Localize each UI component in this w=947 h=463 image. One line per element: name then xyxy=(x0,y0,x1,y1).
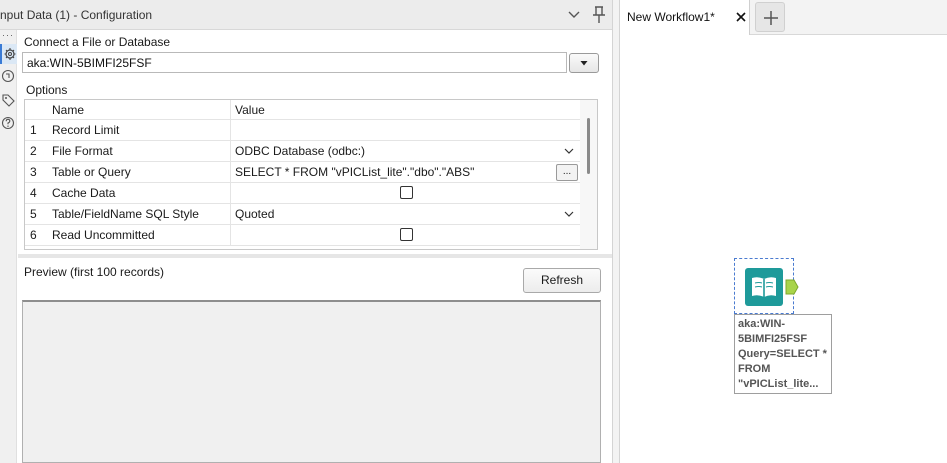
panel-splitter[interactable] xyxy=(18,254,612,258)
grid-row[interactable]: 1 Record Limit xyxy=(25,120,580,141)
vertical-splitter[interactable] xyxy=(612,0,620,463)
close-icon[interactable] xyxy=(734,10,748,24)
grid-row[interactable]: 2 File Format ODBC Database (odbc:) xyxy=(25,141,580,162)
annotation-line: "vPICList_lite... xyxy=(738,378,819,390)
preview-area xyxy=(22,300,601,463)
query-builder-button[interactable]: ... xyxy=(556,164,578,181)
value-column-header: Value xyxy=(235,103,265,117)
row-number: 6 xyxy=(30,228,37,242)
record-limit-field[interactable] xyxy=(230,120,580,141)
chevron-down-icon[interactable] xyxy=(566,6,582,24)
pin-icon[interactable] xyxy=(591,5,607,25)
more-dots-icon: ··· xyxy=(2,30,14,40)
value-column-header-cell: Value xyxy=(230,100,580,120)
input-data-tool[interactable] xyxy=(745,268,783,306)
annotation-line: FROM xyxy=(738,363,771,375)
workflow-icon[interactable] xyxy=(1,68,15,84)
grid-row[interactable]: 6 Read Uncommitted xyxy=(25,225,580,246)
help-icon[interactable] xyxy=(1,115,15,131)
row-name: Record Limit xyxy=(52,123,120,137)
side-tab-configuration[interactable] xyxy=(0,44,17,64)
chevron-down-icon xyxy=(564,211,574,217)
row-name: Cache Data xyxy=(52,186,116,200)
tab-new-workflow[interactable]: New Workflow1* xyxy=(620,0,750,35)
cache-data-cell xyxy=(230,183,580,204)
workflow-canvas[interactable]: New Workflow1* aka:WIN- 5BIMFI25FSF Quer… xyxy=(620,0,947,463)
row-value: SELECT * FROM "vPICList_lite"."dbo"."ABS… xyxy=(235,165,475,179)
side-tab-strip: ··· xyxy=(0,30,17,463)
scrollbar-thumb[interactable] xyxy=(587,118,590,174)
grid-row[interactable]: 4 Cache Data xyxy=(25,183,580,204)
row-value: Quoted xyxy=(235,207,275,221)
add-tab-button[interactable] xyxy=(755,2,785,32)
gear-icon xyxy=(4,48,16,60)
row-number: 1 xyxy=(30,123,37,137)
options-grid: Name Value 1 Record Limit 2 File Format … xyxy=(24,99,598,250)
caret-down-icon xyxy=(580,61,588,66)
config-header: nput Data (1) - Configuration xyxy=(0,0,612,30)
file-format-select[interactable]: ODBC Database (odbc:) xyxy=(230,141,580,162)
options-label: Options xyxy=(26,83,68,97)
row-number: 5 xyxy=(30,207,37,221)
annotation-line: aka:WIN- xyxy=(738,318,786,330)
book-icon xyxy=(752,277,776,297)
app-window: nput Data (1) - Configuration ··· Connec… xyxy=(0,0,947,463)
annotation-line: Query=SELECT * xyxy=(738,348,827,360)
grid-header-row: Name Value xyxy=(25,100,580,120)
read-uncommitted-checkbox[interactable] xyxy=(400,228,413,241)
sql-style-select[interactable]: Quoted xyxy=(230,204,580,225)
grid-scrollbar[interactable] xyxy=(580,100,597,249)
tool-annotation: aka:WIN- 5BIMFI25FSF Query=SELECT * FROM… xyxy=(734,314,832,394)
cache-data-checkbox[interactable] xyxy=(400,186,413,199)
grid-row[interactable]: 3 Table or Query SELECT * FROM "vPICList… xyxy=(25,162,580,183)
row-name: Table/FieldName SQL Style xyxy=(52,207,199,221)
tag-icon[interactable] xyxy=(1,92,15,108)
connection-dropdown-button[interactable] xyxy=(569,53,599,73)
configuration-panel: nput Data (1) - Configuration ··· Connec… xyxy=(0,0,612,463)
row-number: 4 xyxy=(30,186,37,200)
tab-title: New Workflow1* xyxy=(627,10,715,24)
row-name: Table or Query xyxy=(52,165,131,179)
output-anchor-icon[interactable] xyxy=(785,279,799,295)
workflow-tab-bar: New Workflow1* xyxy=(620,0,947,35)
read-uncommitted-cell xyxy=(230,225,580,246)
row-name: Read Uncommitted xyxy=(52,228,155,242)
preview-label: Preview (first 100 records) xyxy=(24,265,165,279)
row-name: File Format xyxy=(52,144,113,158)
name-column-header: Name xyxy=(52,103,85,117)
row-number: 3 xyxy=(30,165,37,179)
refresh-button[interactable]: Refresh xyxy=(523,268,601,293)
row-number: 2 xyxy=(30,144,37,158)
table-or-query-field[interactable]: SELECT * FROM "vPICList_lite"."dbo"."ABS… xyxy=(230,162,580,183)
chevron-down-icon xyxy=(564,148,574,154)
connect-label: Connect a File or Database xyxy=(24,35,171,49)
config-title: nput Data (1) - Configuration xyxy=(0,8,153,22)
connection-input[interactable] xyxy=(22,52,567,73)
row-value: ODBC Database (odbc:) xyxy=(235,144,366,158)
plus-icon xyxy=(764,11,778,25)
grid-row[interactable]: 5 Table/FieldName SQL Style Quoted xyxy=(25,204,580,225)
annotation-line: 5BIMFI25FSF xyxy=(738,333,808,345)
